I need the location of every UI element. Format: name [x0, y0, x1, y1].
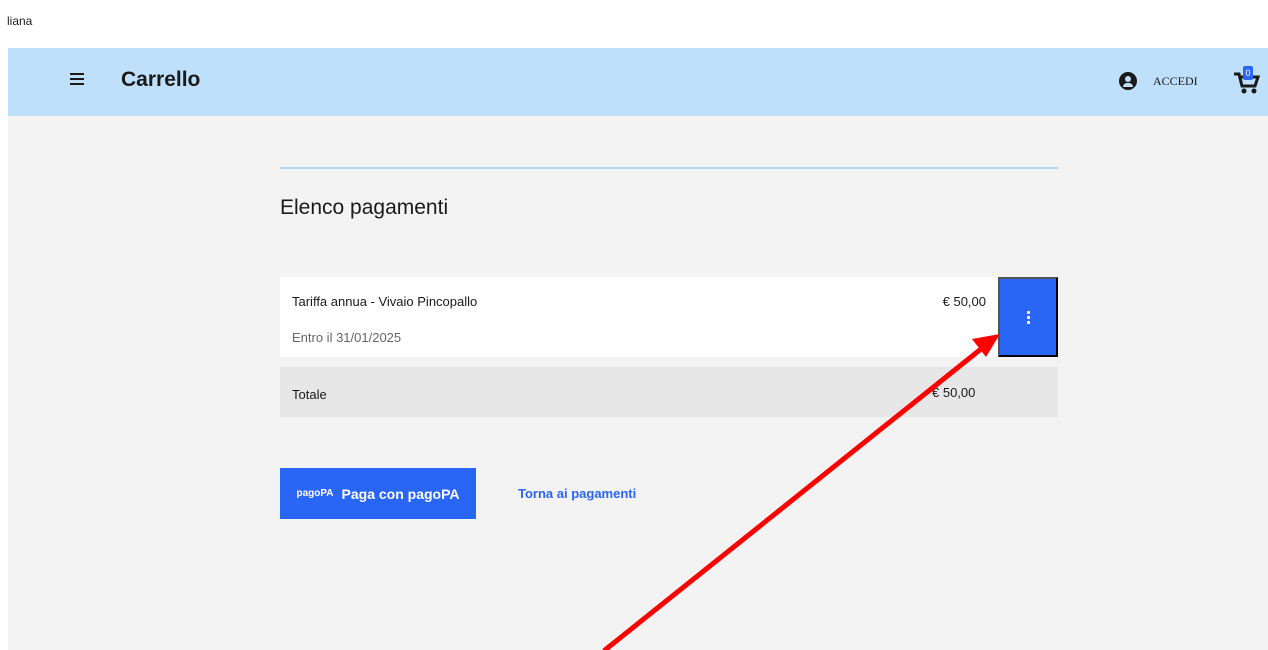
total-label: Totale	[292, 387, 327, 402]
payment-due-date: Entro il 31/01/2025	[292, 330, 402, 345]
payment-options-button[interactable]	[998, 277, 1058, 357]
payment-name: Tariffa annua - Vivaio Pincopallo	[292, 294, 478, 309]
hamburger-icon[interactable]	[70, 73, 84, 85]
cart-count-badge: 0	[1243, 66, 1253, 80]
payment-row: Tariffa annua - Vivaio Pincopallo Entro …	[280, 277, 998, 357]
pay-button-label: Paga con pagoPA	[341, 485, 460, 502]
total-row: Totale € 50,00	[280, 367, 1058, 417]
back-to-payments-link[interactable]: Torna ai pagamenti	[518, 486, 636, 501]
page-title: Carrello	[121, 68, 201, 91]
app-header: Carrello ACCEDI 0	[8, 48, 1268, 116]
total-amount: € 50,00	[932, 385, 976, 400]
vertical-dots-icon	[1026, 309, 1030, 326]
pagopa-logo-icon: pagoPA	[296, 488, 334, 499]
section-title: Elenco pagamenti	[280, 196, 449, 219]
payment-amount: € 50,00	[942, 294, 986, 309]
pay-with-pagopa-button[interactable]: pagoPA Paga con pagoPA	[280, 468, 476, 519]
divider	[280, 167, 1058, 169]
top-text: liana	[7, 14, 33, 28]
login-link[interactable]: ACCEDI	[1153, 74, 1198, 89]
user-circle-icon[interactable]	[1119, 72, 1137, 90]
